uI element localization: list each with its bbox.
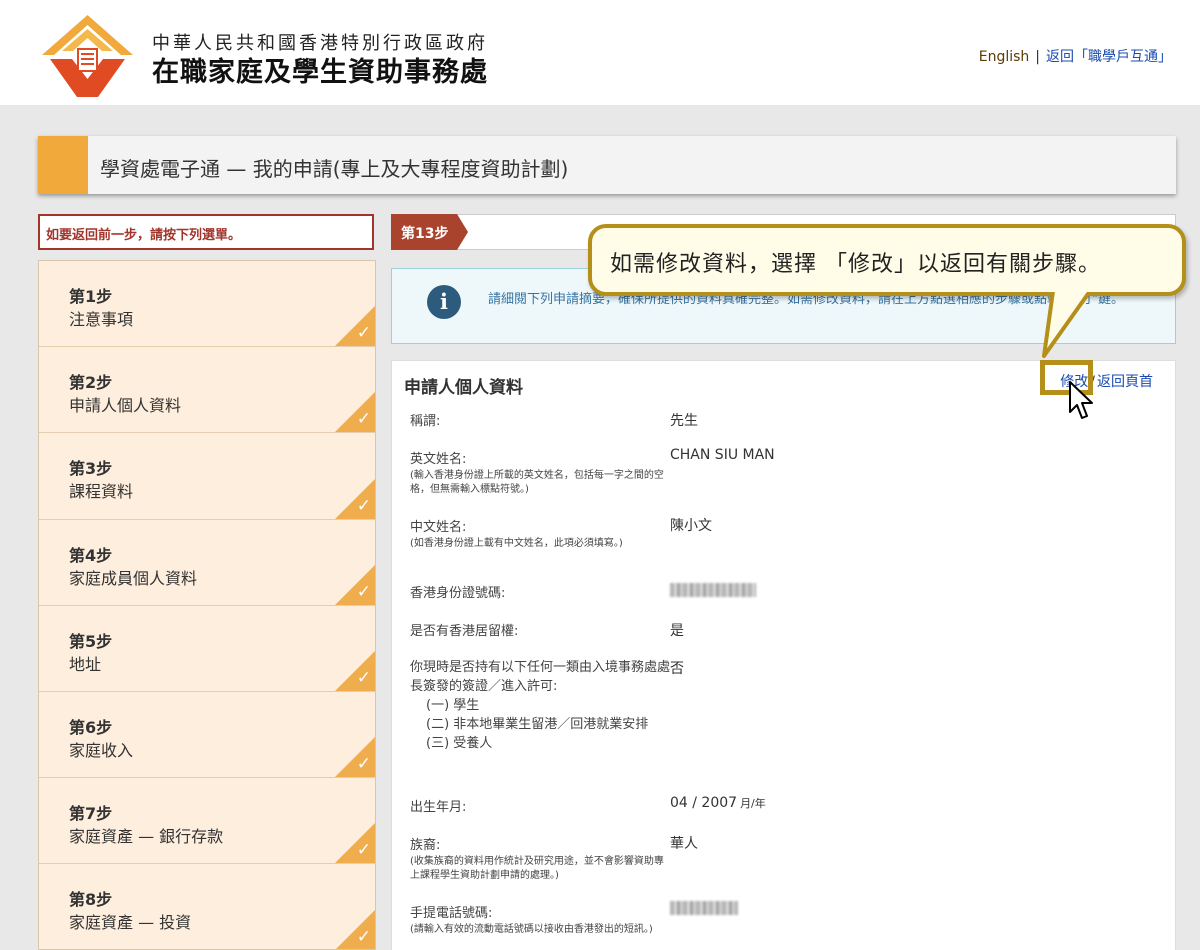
step-number: 第3步 bbox=[69, 459, 113, 479]
check-icon: ✓ bbox=[356, 926, 371, 947]
chinese-name-note: (如香港身份證上載有中文姓名，此項必須填寫。) bbox=[410, 538, 623, 549]
check-icon: ✓ bbox=[356, 323, 371, 344]
race-label: 族裔: bbox=[410, 838, 441, 853]
step-number: 第6步 bbox=[69, 717, 113, 737]
hkid-value-redacted bbox=[670, 582, 756, 598]
redacted-blur bbox=[670, 901, 738, 915]
page-title: 學資處電子通 — 我的申請(專上及大專程度資助計劃) bbox=[100, 157, 569, 181]
dob-value: 04 / 2007 月/年 bbox=[670, 795, 766, 811]
top-links: English | 返回「職學戶互通」 bbox=[978, 49, 1172, 65]
english-name-label: 英文姓名: bbox=[410, 452, 467, 467]
title-value: 先生 bbox=[670, 413, 698, 429]
mobile-note: (請輸入有效的流動電話號碼以接收由香港發出的短訊。) bbox=[410, 924, 653, 935]
current-step-badge: 第13步 bbox=[391, 214, 457, 250]
dob-unit: 月/年 bbox=[740, 797, 766, 810]
check-icon: ✓ bbox=[356, 667, 371, 688]
step-item-7[interactable]: 第7步 家庭資產 — 銀行存款 ✓ bbox=[39, 778, 375, 865]
title-accent bbox=[38, 136, 88, 194]
hkid-label: 香港身份證號碼: bbox=[410, 586, 506, 601]
residence-value: 是 bbox=[670, 623, 684, 639]
callout-tail bbox=[1042, 284, 1098, 358]
back-to-top-link[interactable]: 返回頁首 bbox=[1097, 374, 1153, 390]
step-label: 注意事項 bbox=[69, 310, 134, 329]
callout-text: 如需修改資料，選擇 「修改」以返回有關步驟。 bbox=[610, 252, 1101, 277]
step-item-4[interactable]: 第4步 家庭成員個人資料 ✓ bbox=[39, 519, 375, 606]
step-number: 第1步 bbox=[69, 287, 113, 306]
permit-value: 否 bbox=[670, 661, 684, 677]
permit-question-text: 你現時是否持有以下任何一類由入境事務處處長簽發的簽證／進入許可: bbox=[410, 660, 671, 694]
mobile-label: 手提電話號碼: bbox=[410, 906, 493, 921]
dob-label: 出生年月: bbox=[410, 800, 467, 815]
step-number: 第4步 bbox=[69, 545, 113, 565]
check-icon: ✓ bbox=[356, 754, 371, 775]
step-number: 第5步 bbox=[69, 631, 113, 651]
permit-question: 你現時是否持有以下任何一類由入境事務處處長簽發的簽證／進入許可: (一) 學生 … bbox=[410, 658, 670, 753]
step-menu: 第1步 注意事項 ✓ 第2步 申請人個人資料 ✓ 第3步 課程資料 ✓ 第4步 … bbox=[38, 260, 376, 950]
step-label: 家庭成員個人資料 bbox=[69, 568, 198, 588]
step-item-8[interactable]: 第8步 家庭資產 — 投資 ✓ bbox=[39, 864, 375, 949]
english-name-note: (輸入香港身份證上所載的英文姓名，包括每一字之間的空格，但無需輸入標點符號。) bbox=[410, 470, 664, 495]
race-note: (收集族裔的資料用作統計及研究用途，並不會影響資助專上課程學生資助計劃申請的處理… bbox=[410, 856, 664, 881]
title-label: 稱謂: bbox=[410, 414, 441, 429]
check-icon: ✓ bbox=[356, 840, 371, 861]
mouse-pointer-icon bbox=[1069, 381, 1093, 419]
page-title-bar: 學資處電子通 — 我的申請(專上及大專程度資助計劃) bbox=[38, 136, 1176, 194]
dob-value-text: 04 / 2007 bbox=[670, 795, 738, 811]
step-number: 第8步 bbox=[69, 890, 113, 910]
agency-name: 在職家庭及學生資助事務處 bbox=[152, 57, 488, 88]
step-label: 家庭收入 bbox=[69, 740, 134, 760]
mobile-field: 手提電話號碼: (請輸入有效的流動電話號碼以接收由香港發出的短訊。) bbox=[410, 902, 670, 937]
race-field: 族裔: (收集族裔的資料用作統計及研究用途，並不會影響資助專上課程學生資助計劃申… bbox=[410, 834, 670, 883]
race-value: 華人 bbox=[670, 836, 698, 852]
permit-option-2: (二) 非本地畢業生留港／回港就業安排 bbox=[426, 717, 649, 732]
chinese-name-value: 陳小文 bbox=[670, 518, 712, 534]
step-number: 第2步 bbox=[69, 373, 113, 393]
permit-option-3: (三) 受養人 bbox=[426, 736, 493, 751]
ribbon-arrow bbox=[457, 214, 468, 250]
step-item-1[interactable]: 第1步 注意事項 ✓ bbox=[39, 261, 375, 348]
step-item-2[interactable]: 第2步 申請人個人資料 ✓ bbox=[39, 347, 375, 434]
step-number: 第7步 bbox=[69, 804, 113, 824]
site-header: 中華人民共和國香港特別行政區政府 在職家庭及學生資助事務處 English | 返回… bbox=[0, 0, 1200, 105]
permit-option-1: (一) 學生 bbox=[426, 698, 480, 713]
back-to-portal-link[interactable]: 返回「職學戶互通」 bbox=[1046, 49, 1172, 65]
step-item-6[interactable]: 第6步 家庭收入 ✓ bbox=[39, 691, 375, 779]
wfsfaa-logo bbox=[42, 15, 133, 97]
step-label: 課程資料 bbox=[69, 482, 134, 502]
chinese-name-field: 中文姓名: (如香港身份證上載有中文姓名，此項必須填寫。) bbox=[410, 516, 670, 551]
step-item-3[interactable]: 第3步 課程資料 ✓ bbox=[39, 433, 375, 520]
step-label: 家庭資產 — 投資 bbox=[69, 913, 192, 933]
step-label: 地址 bbox=[69, 654, 102, 674]
english-name-field: 英文姓名: (輸入香港身份證上所載的英文姓名，包括每一字之間的空格，但無需輸入標… bbox=[410, 448, 670, 497]
residence-label: 是否有香港居留權: bbox=[410, 624, 519, 639]
back-note: 如要返回前一步，請按下列選單。 bbox=[38, 214, 374, 250]
step-label: 家庭資產 — 銀行存款 bbox=[69, 827, 224, 847]
english-name-value: CHAN SIU MAN bbox=[670, 447, 775, 463]
check-icon: ✓ bbox=[356, 581, 371, 602]
section-title: 申請人個人資料 bbox=[404, 378, 523, 398]
mobile-value-redacted bbox=[670, 900, 738, 916]
info-icon: i bbox=[427, 285, 461, 319]
check-icon: ✓ bbox=[356, 409, 371, 430]
english-link[interactable]: English bbox=[979, 49, 1030, 65]
personal-info-panel: 申請人個人資料 修改 / 返回頁首 稱謂: 先生 英文姓名: (輸入香港身份證上所載… bbox=[391, 360, 1176, 950]
chinese-name-label: 中文姓名: bbox=[410, 520, 467, 535]
redacted-blur bbox=[670, 583, 756, 597]
check-icon: ✓ bbox=[356, 495, 371, 516]
step-label: 申請人個人資料 bbox=[69, 396, 182, 416]
step-item-5[interactable]: 第5步 地址 ✓ bbox=[39, 605, 375, 692]
